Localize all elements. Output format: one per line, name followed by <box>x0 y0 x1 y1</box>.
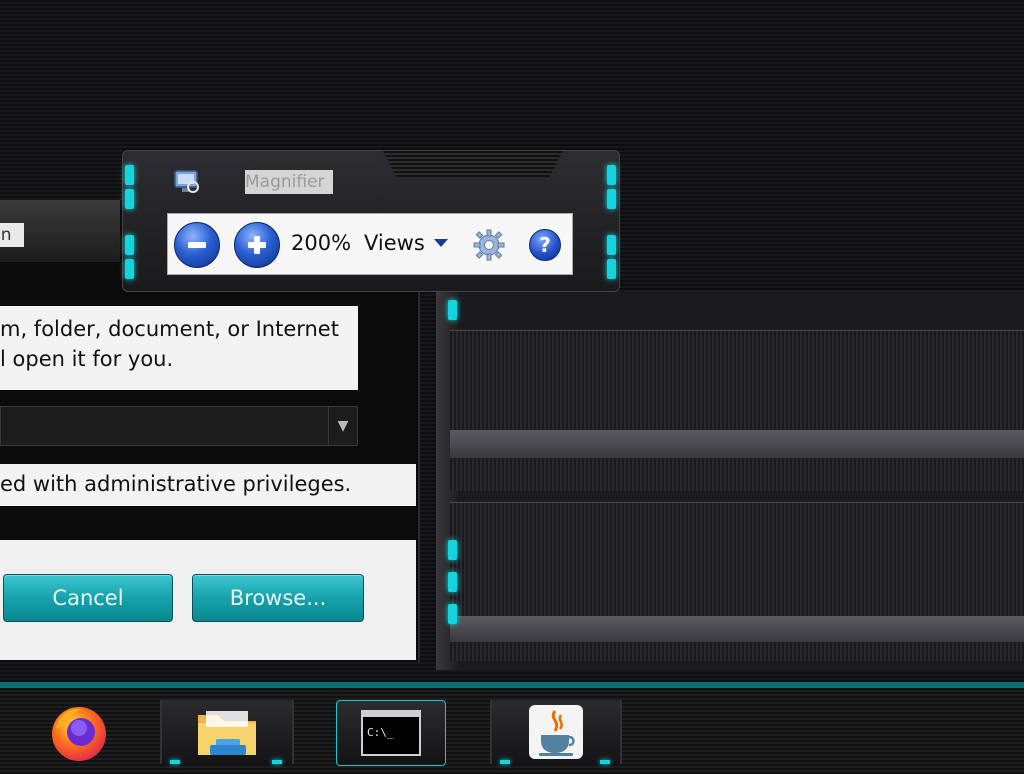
run-title-bar[interactable]: un <box>0 200 120 262</box>
browse-button[interactable]: Browse... <box>192 574 364 622</box>
taskbar-item-command-prompt[interactable]: C:\_ <box>336 700 446 766</box>
led-light <box>448 604 457 624</box>
magnifier-title: Magnifier <box>245 170 333 194</box>
zoom-level-readout: 200% <box>291 231 352 255</box>
cancel-button[interactable]: Cancel <box>3 574 173 622</box>
views-menu-button[interactable]: Views <box>364 231 425 255</box>
chevron-down-icon[interactable]: ▼ <box>328 407 357 445</box>
led-light <box>448 572 457 592</box>
led-light <box>125 189 134 209</box>
zoom-in-button[interactable] <box>234 222 280 268</box>
firefox-icon <box>52 707 106 761</box>
run-dialog-title: un <box>0 223 24 247</box>
run-description: m, folder, document, or Internet l open … <box>0 306 358 390</box>
taskbar: C:\_ <box>0 682 1024 774</box>
magnifier-window[interactable]: Magnifier 200% Views ? <box>122 150 620 292</box>
panel-bar <box>450 616 1024 642</box>
led-light <box>607 235 616 255</box>
magnifier-app-icon <box>174 170 199 193</box>
taskbar-item-java[interactable] <box>490 700 622 764</box>
active-indicator <box>600 760 610 764</box>
taskbar-item-file-explorer[interactable] <box>160 700 294 764</box>
gear-icon[interactable] <box>472 228 506 262</box>
led-light <box>448 540 457 560</box>
theme-decoration-panel <box>436 290 1024 670</box>
magnifier-toolbar: 200% Views ? <box>167 213 573 275</box>
led-light <box>125 235 134 255</box>
active-indicator <box>272 760 282 764</box>
led-light <box>607 259 616 279</box>
run-description-line-1: m, folder, document, or Internet <box>0 317 339 341</box>
terminal-prompt-text: C:\_ <box>367 726 394 739</box>
java-icon <box>529 705 583 759</box>
panel-block <box>450 330 1024 491</box>
panel-bar <box>450 430 1024 458</box>
minus-icon <box>188 242 206 248</box>
open-combobox[interactable]: ▼ <box>0 406 358 446</box>
active-indicator <box>170 760 180 764</box>
help-icon[interactable]: ? <box>529 229 561 261</box>
admin-privileges-note: ed with administrative privileges. <box>0 464 416 506</box>
magnifier-top-grille <box>383 151 563 179</box>
folder-icon <box>198 711 256 755</box>
led-light <box>125 165 134 185</box>
taskbar-item-firefox[interactable] <box>44 700 114 764</box>
run-button-row: Cancel Browse... <box>0 540 416 660</box>
admin-note-text: ed with administrative privileges. <box>0 472 352 496</box>
led-light <box>607 189 616 209</box>
zoom-out-button[interactable] <box>174 222 220 268</box>
chevron-down-icon[interactable] <box>434 239 448 247</box>
led-light <box>607 165 616 185</box>
plus-icon <box>248 236 266 254</box>
active-indicator <box>500 760 510 764</box>
terminal-icon: C:\_ <box>361 710 421 756</box>
run-description-line-2: l open it for you. <box>0 347 174 371</box>
led-light <box>125 259 134 279</box>
led-light <box>448 300 457 320</box>
